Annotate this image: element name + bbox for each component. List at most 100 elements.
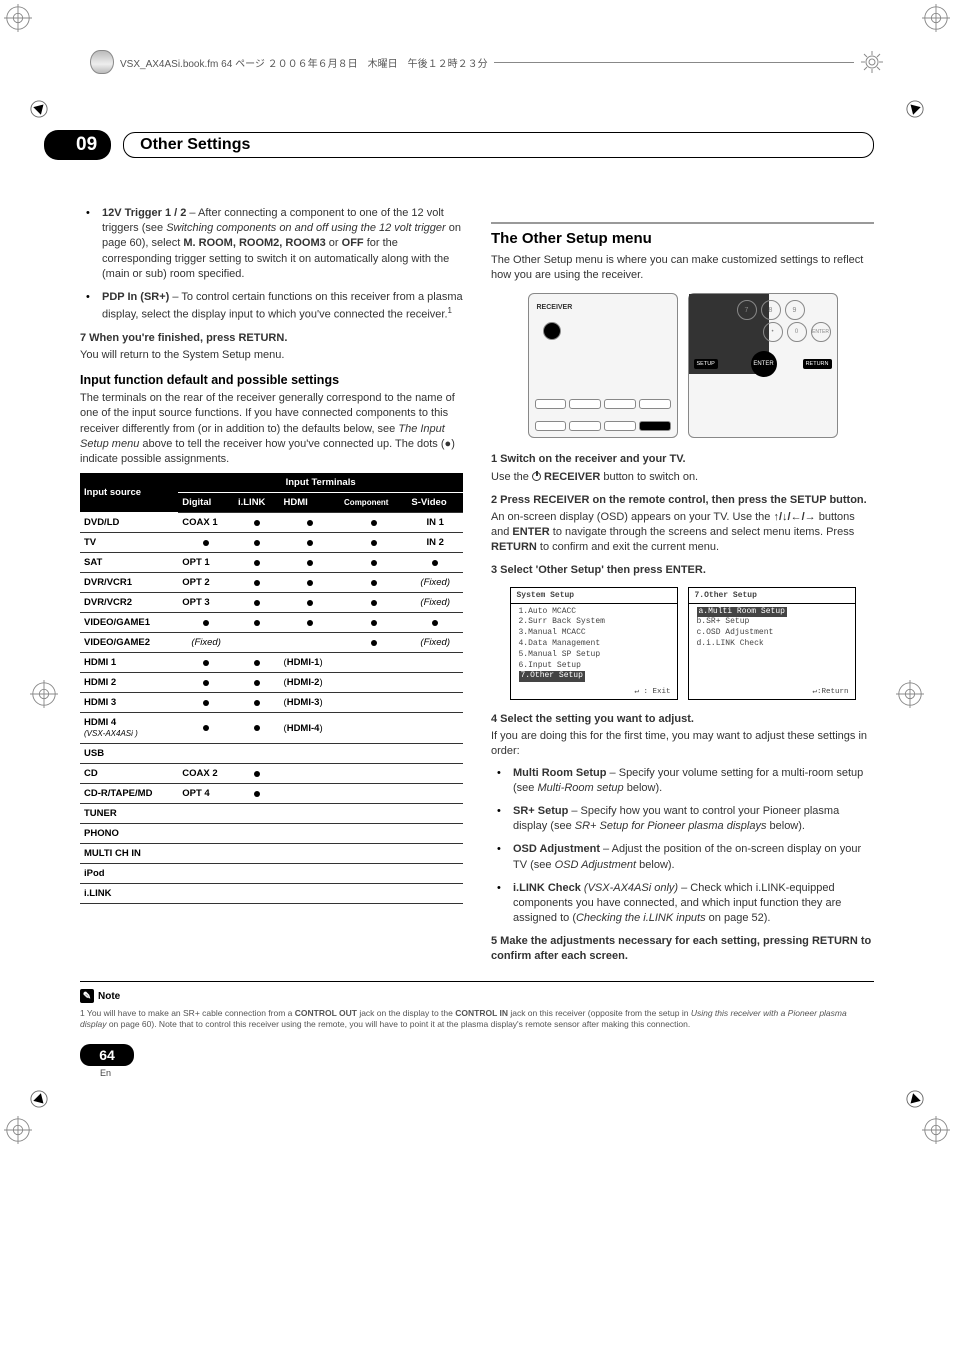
step-text: to navigate through the screens and sele… [550,526,855,538]
bullet-options: M. ROOM, ROOM2, ROOM3 [183,237,325,249]
table-cell [280,553,341,573]
registration-mark-top-left [4,4,32,32]
availability-dot-icon [254,520,260,526]
table-cell [340,613,407,633]
bullet-italic: Multi-Room setup [537,782,623,794]
step-3-heading: 3 Select 'Other Setup' then press ENTER. [491,563,874,578]
table-row-source: HDMI 1 [80,653,178,673]
table-cell [340,844,407,864]
table-cell [340,764,407,784]
table-header-input-source: Input source [80,473,178,513]
osd-body: a.Multi Room Setup b.SR+ Setup c.OSD Adj… [689,604,855,685]
availability-dot-icon [254,660,260,666]
table-cell [280,513,341,533]
remote-label-receiver: RECEIVER [537,304,573,311]
footnote-text: on page 60). Note that to control this r… [106,1019,690,1029]
table-cell [178,673,234,693]
table-cell [234,764,280,784]
remote-num: • [763,322,783,342]
availability-dot-icon [254,620,260,626]
table-row: MULTI CH IN [80,844,463,864]
bullet-lead: OSD Adjustment [513,843,600,855]
table-row: HDMI 2(HDMI-2) [80,673,463,693]
table-cell [407,764,463,784]
step-text: Use the [491,471,532,483]
footnote-bold: CONTROL IN [455,1008,508,1018]
availability-dot-icon [254,771,260,777]
table-cell [280,533,341,553]
table-cell [340,784,407,804]
table-cell: (Fixed) [407,573,463,593]
table-row: VIDEO/GAME2(Fixed)(Fixed) [80,633,463,653]
crop-arrow-top-left [30,100,48,118]
table-cell: (HDMI-4) [280,713,341,744]
bullet-lead-italic: (VSX-AX4ASi only) [581,882,678,894]
table-cell: (HDMI-3) [280,693,341,713]
chapter-number-badge: 09 [44,130,111,160]
crop-arrow-bottom-left [30,1090,48,1108]
crop-arrow-bottom-right [906,1090,924,1108]
registration-mark-bottom-right [922,1116,950,1144]
page-content: 09 Other Settings 12V Trigger 1 / 2 – Af… [0,0,954,1148]
bullet-text: or [326,237,342,249]
table-row-source: SAT [80,553,178,573]
table-row-source: i.LINK [80,884,178,904]
table-cell [340,744,407,764]
table-cell [407,844,463,864]
table-cell [280,633,341,653]
table-cell [178,864,234,884]
bullet-ilink-check: i.LINK Check (VSX-AX4ASi only) – Check w… [503,881,874,927]
remote-num: 8 [761,300,781,320]
table-row: DVR/VCR1OPT 2(Fixed) [80,573,463,593]
table-cell [234,824,280,844]
registration-mark-mid-right [896,680,924,708]
step-text: to confirm and exit the current menu. [537,541,719,553]
table-cell [280,764,341,784]
table-cell [178,804,234,824]
crop-arrow-top-right [906,100,924,118]
chapter-title: Other Settings [123,132,874,158]
footnote-text: jack on the display to the [357,1008,455,1018]
table-cell: OPT 3 [178,593,234,613]
osd-title: 7.Other Setup [689,588,855,604]
step-1-heading: 1 Switch on the receiver and your TV. [491,452,874,467]
table-cell [234,593,280,613]
table-cell [234,573,280,593]
table-row-source: PHONO [80,824,178,844]
availability-dot-icon [371,640,377,646]
table-cell [178,713,234,744]
step-text: An on-screen display (OSD) appears on yo… [491,511,773,523]
osd-item: 2.Surr Back System [519,617,671,628]
power-icon [543,322,561,340]
remote-num: ENTER [811,322,831,342]
table-cell [340,573,407,593]
table-cell [280,864,341,884]
table-cell [280,784,341,804]
osd-title: System Setup [511,588,677,604]
remote-diagram-row: RECEIVER [491,293,874,438]
table-row: CD-R/TAPE/MDOPT 4 [80,784,463,804]
note-label-text: Note [98,991,120,1002]
table-cell [234,844,280,864]
table-cell: (HDMI-1) [280,653,341,673]
availability-dot-icon [203,725,209,731]
print-header-line [494,62,854,63]
table-cell [340,653,407,673]
table-cell [234,784,280,804]
step-7-text: You will return to the System Setup menu… [80,348,463,363]
table-row: iPod [80,864,463,884]
note-icon: ✎ [80,989,94,1003]
table-col-hdmi: HDMI [280,493,341,513]
table-cell [280,613,341,633]
table-cell [178,844,234,864]
osd-footer: ↵ : Exit [511,684,677,699]
table-row: CDCOAX 2 [80,764,463,784]
table-cell [407,864,463,884]
bullet-osd-adjustment: OSD Adjustment – Adjust the position of … [503,842,874,872]
bullet-off: OFF [342,237,364,249]
availability-dot-icon [432,560,438,566]
table-cell [407,693,463,713]
step-text: button to switch on. [600,471,698,483]
table-cell [234,864,280,884]
table-cell [234,884,280,904]
